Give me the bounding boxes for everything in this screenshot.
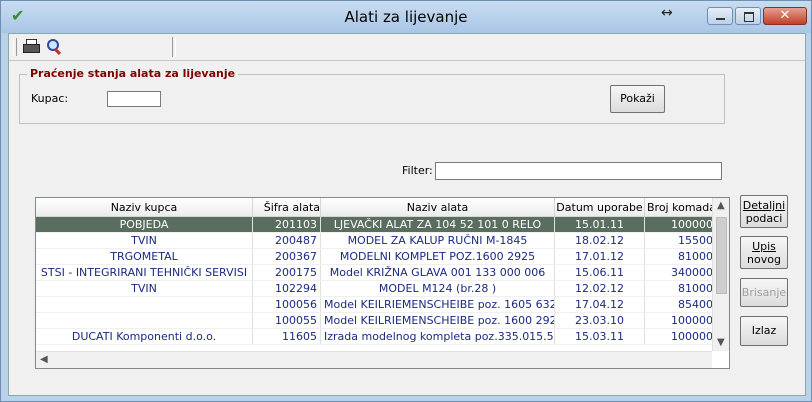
table-row[interactable]: STSI - INTEGRIRANI TEHNIČKI SERVISI 2001… [36, 264, 717, 281]
cell-datum: 15.03.11 [554, 328, 645, 345]
main-window: ✔ Alati za lijevanje ↔ ✕ Praćenje stanja… [0, 0, 812, 402]
column-header[interactable]: Šifra alata [252, 198, 321, 217]
scroll-left-icon[interactable]: ◀ [40, 354, 48, 365]
table-row[interactable]: TVIN 200487 MODEL ZA KALUP RUČNI M-1845 … [36, 232, 717, 249]
cell-kupac [36, 296, 253, 313]
exit-button[interactable]: Izlaz [740, 316, 788, 346]
maximize-button[interactable] [735, 7, 761, 25]
cell-naziv: Model KEILRIEMENSCHEIBE poz. 1600 2925 [320, 312, 555, 329]
scroll-down-icon[interactable]: ▼ [717, 337, 725, 348]
table-row[interactable]: 100055 Model KEILRIEMENSCHEIBE poz. 1600… [36, 312, 717, 329]
cell-kupac: TRGOMETAL [36, 248, 253, 265]
table-row[interactable]: DUCATI Komponenti d.o.o. 11605 Izrada mo… [36, 328, 717, 345]
grid-header-row: Naziv kupca Šifra alata Naziv alata Datu… [36, 198, 717, 217]
table-row[interactable]: TVIN 102294 MODEL M124 (br.28 ) 12.02.12… [36, 280, 717, 297]
scroll-up-icon[interactable]: ▲ [717, 200, 725, 211]
toolbar [9, 34, 805, 61]
cell-sifra: 102294 [252, 280, 321, 297]
cell-naziv: MODEL M124 (br.28 ) [320, 280, 555, 297]
cell-kupac: TVIN [36, 280, 253, 297]
window-title: Alati za lijevanje [344, 8, 468, 26]
details-button-line1: Detaljni [742, 199, 786, 212]
cell-datum: 12.02.12 [554, 280, 645, 297]
cell-sifra: 100056 [252, 296, 321, 313]
kupac-label: Kupac: [31, 92, 69, 105]
cell-datum: 17.01.12 [554, 248, 645, 265]
cell-datum: 15.01.11 [554, 216, 645, 233]
cell-datum: 23.03.10 [554, 312, 645, 329]
cell-komada: 15500 [644, 232, 717, 249]
column-header[interactable]: Naziv alata [320, 198, 555, 217]
cell-kupac: STSI - INTEGRIRANI TEHNIČKI SERVISI [36, 264, 253, 281]
add-new-button[interactable]: Upis novog [740, 236, 788, 269]
table-row[interactable]: POBJEDA 201103 LJEVAČKI ALAT ZA 104 52 1… [36, 216, 717, 233]
cell-sifra: 11605 [252, 328, 321, 345]
cell-kupac: TVIN [36, 232, 253, 249]
cell-komada: 100000 [644, 328, 717, 345]
cell-naziv: Model KEILRIEMENSCHEIBE poz. 1605 6329 [320, 296, 555, 313]
filter-label: Filter: [402, 164, 433, 177]
column-header[interactable]: Naziv kupca [36, 198, 253, 217]
cell-sifra: 200175 [252, 264, 321, 281]
toolbar-grip[interactable] [13, 38, 17, 56]
cell-datum: 18.02.12 [554, 232, 645, 249]
cell-sifra: 200487 [252, 232, 321, 249]
client-area: Praćenje stanja alata za lijevanje Kupac… [8, 33, 806, 396]
cell-kupac [36, 312, 253, 329]
delete-button[interactable]: Brisanje [740, 278, 788, 307]
cell-komada: 340000 [644, 264, 717, 281]
horizontal-scrollbar[interactable]: ◀ [36, 351, 712, 368]
toolbar-separator [172, 37, 176, 57]
cell-datum: 17.04.12 [554, 296, 645, 313]
printer-icon[interactable] [23, 39, 40, 53]
minimize-button[interactable] [707, 7, 733, 25]
cell-naziv: MODELNI KOMPLET POZ.1600 2925 [320, 248, 555, 265]
vertical-scrollbar[interactable]: ▲ ▼ [712, 198, 729, 351]
groupbox-title: Praćenje stanja alata za lijevanje [27, 67, 239, 80]
table-row[interactable]: TRGOMETAL 200367 MODELNI KOMPLET POZ.160… [36, 248, 717, 265]
cell-naziv: Model KRIŽNA GLAVA 001 133 000 006 [320, 264, 555, 281]
cell-komada: 100000 [644, 216, 717, 233]
cell-sifra: 201103 [252, 216, 321, 233]
add-new-button-line1: Upis [752, 240, 776, 253]
kupac-input[interactable] [107, 91, 161, 107]
column-header[interactable]: Broj komada [644, 198, 717, 217]
cell-komada: 81000 [644, 280, 717, 297]
add-new-button-line2: novog [747, 253, 781, 266]
vertical-scroll-thumb[interactable] [716, 217, 727, 294]
cell-naziv: LJEVAČKI ALAT ZA 104 52 101 0 RELO [320, 216, 555, 233]
details-button-line2: podaci [745, 212, 783, 225]
magnifier-icon[interactable] [46, 38, 62, 56]
cell-sifra: 100055 [252, 312, 321, 329]
details-button[interactable]: Detaljni podaci [740, 195, 788, 228]
cell-kupac: POBJEDA [36, 216, 253, 233]
cell-komada: 100000 [644, 312, 717, 329]
cell-datum: 15.06.11 [554, 264, 645, 281]
title-bar[interactable]: ✔ Alati za lijevanje ↔ ✕ [1, 1, 811, 33]
table-row[interactable]: 100056 Model KEILRIEMENSCHEIBE poz. 1605… [36, 296, 717, 313]
cell-sifra: 200367 [252, 248, 321, 265]
resize-arrows-icon: ↔ [661, 5, 673, 21]
cell-kupac: DUCATI Komponenti d.o.o. [36, 328, 253, 345]
cell-komada: 85400 [644, 296, 717, 313]
tools-grid: Naziv kupca Šifra alata Naziv alata Datu… [35, 197, 730, 369]
cell-komada: 81000 [644, 248, 717, 265]
column-header[interactable]: Datum uporabe [554, 198, 645, 217]
cell-naziv: MODEL ZA KALUP RUČNI M-1845 [320, 232, 555, 249]
close-button[interactable]: ✕ [763, 7, 807, 25]
show-button[interactable]: Pokaži [610, 85, 665, 113]
cell-naziv: Izrada modelnog kompleta poz.335.015.520 [320, 328, 555, 345]
filter-input[interactable] [435, 162, 722, 180]
